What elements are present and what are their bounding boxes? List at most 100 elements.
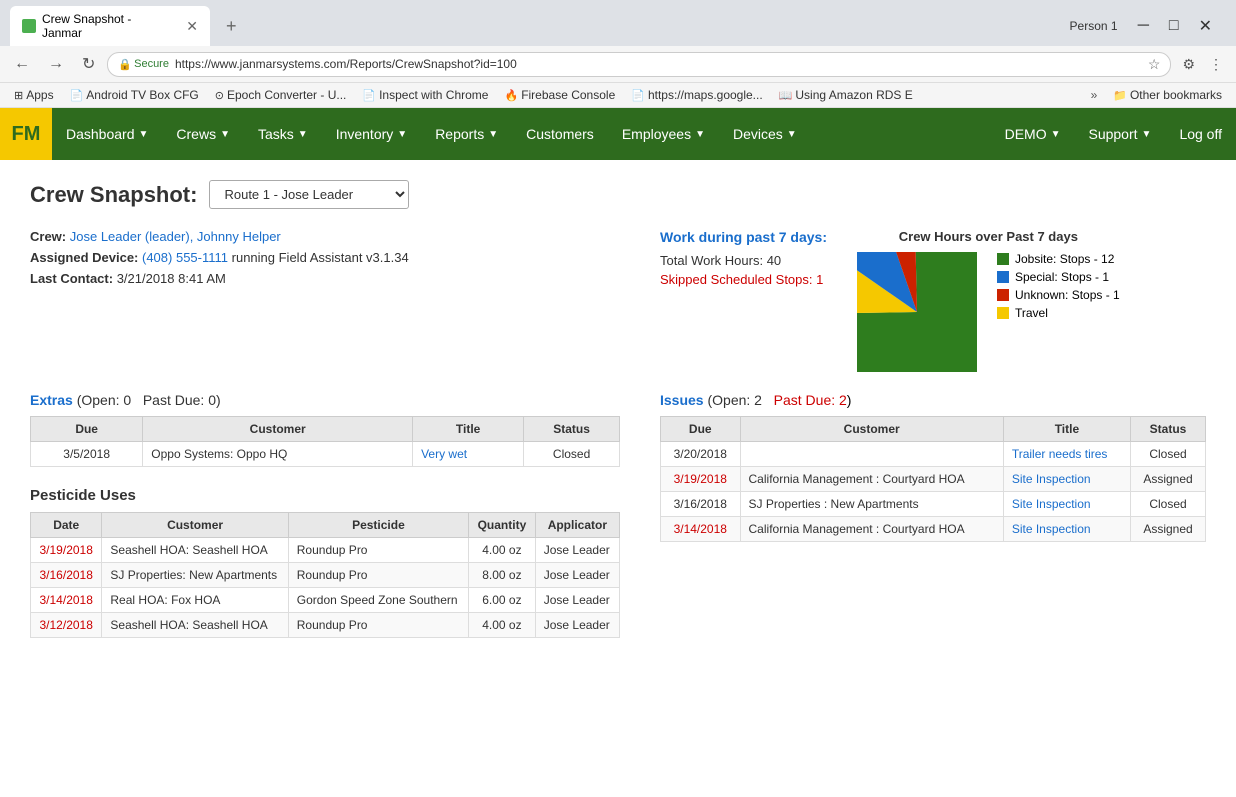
tab-close-button[interactable]: ✕ [186, 18, 198, 35]
crew-members: Jose Leader (leader), Johnny Helper [70, 229, 281, 244]
issues-past-due: Past Due: 2 [774, 392, 847, 408]
secure-badge: 🔒 Secure [118, 58, 169, 71]
legend-label-special: Special: Stops - 1 [1015, 270, 1109, 284]
bookmark-firebase[interactable]: 🔥 Firebase Console [498, 86, 621, 104]
issues-header-row: Due Customer Title Status [661, 417, 1206, 442]
device-phone[interactable]: (408) 555-1111 [142, 250, 228, 265]
page-content: Crew Snapshot: Route 1 - Jose Leader Cre… [0, 160, 1236, 720]
nav-item-employees[interactable]: Employees ▼ [608, 108, 719, 160]
issue-customer [740, 442, 1003, 467]
table-row: 3/19/2018 Seashell HOA: Seashell HOA Rou… [31, 538, 620, 563]
issues-col-status: Status [1131, 417, 1206, 442]
issues-close-paren: ) [847, 392, 852, 408]
bookmark-label: Android TV Box CFG [86, 88, 199, 102]
other-bookmarks[interactable]: 📁 Other bookmarks [1107, 86, 1228, 104]
issues-col-title: Title [1003, 417, 1130, 442]
issue-title-link[interactable]: Trailer needs tires [1003, 442, 1130, 467]
bookmark-android-tv[interactable]: 📄 Android TV Box CFG [64, 86, 205, 104]
issue-customer: California Management : Courtyard HOA [740, 517, 1003, 542]
pest-date: 3/16/2018 [31, 563, 102, 588]
crew-label: Crew: [30, 229, 66, 244]
nav-item-demo[interactable]: DEMO ▼ [991, 126, 1075, 142]
total-hours-label: Total Work Hours: [660, 253, 763, 268]
pest-date: 3/19/2018 [31, 538, 102, 563]
table-row: 3/16/2018 SJ Properties: New Apartments … [31, 563, 620, 588]
nav-item-customers[interactable]: Customers [512, 108, 608, 160]
app-logo[interactable]: FM [0, 108, 52, 160]
pie-chart [857, 252, 977, 372]
extras-status: Closed [524, 442, 620, 467]
left-column: Crew: Jose Leader (leader), Johnny Helpe… [30, 229, 620, 372]
pest-applicator: Jose Leader [535, 613, 619, 638]
bookmark-star-icon[interactable]: ☆ [1148, 56, 1161, 73]
legend-color-travel [997, 307, 1009, 319]
pest-pesticide: Roundup Pro [288, 538, 468, 563]
nav-item-devices[interactable]: Devices ▼ [719, 108, 811, 160]
refresh-button[interactable]: ↻ [76, 50, 101, 78]
pest-pesticide: Gordon Speed Zone Southern [288, 588, 468, 613]
forward-button[interactable]: → [42, 51, 70, 77]
work-summary: Work during past 7 days: Total Work Hour… [660, 229, 827, 352]
issue-title-link[interactable]: Site Inspection [1003, 492, 1130, 517]
chevron-down-icon: ▼ [220, 129, 230, 140]
extras-title-link[interactable]: Very wet [413, 442, 524, 467]
issues-meta: (Open: 2 [707, 392, 773, 408]
new-tab-button[interactable]: + [218, 12, 245, 41]
extras-col-status: Status [524, 417, 620, 442]
two-column-layout: Crew: Jose Leader (leader), Johnny Helpe… [30, 229, 1206, 372]
chevron-down-icon: ▼ [1051, 129, 1061, 140]
minimize-button[interactable]: ─ [1130, 15, 1157, 37]
back-button[interactable]: ← [8, 51, 36, 77]
nav-item-reports[interactable]: Reports ▼ [421, 108, 512, 160]
bookmark-apps[interactable]: ⊞ Apps [8, 86, 60, 104]
address-bar[interactable]: 🔒 Secure https://www.janmarsystems.com/R… [107, 52, 1171, 77]
nav-item-logoff[interactable]: Log off [1165, 126, 1236, 142]
address-text: https://www.janmarsystems.com/Reports/Cr… [175, 57, 1142, 71]
bookmark-amazon[interactable]: 📖 Using Amazon RDS E [773, 86, 919, 104]
pest-date: 3/14/2018 [31, 588, 102, 613]
work-summary-title: Work during past 7 days: [660, 229, 827, 245]
extras-due: 3/5/2018 [31, 442, 143, 467]
bookmark-inspect[interactable]: 📄 Inspect with Chrome [356, 86, 494, 104]
book-icon: 📖 [779, 89, 793, 102]
legend-color-special [997, 271, 1009, 283]
extras-col-due: Due [31, 417, 143, 442]
bookmarks-more-button[interactable]: » [1085, 86, 1104, 104]
skipped-stops: Skipped Scheduled Stops: 1 [660, 272, 827, 287]
nav-item-support[interactable]: Support ▼ [1074, 126, 1165, 142]
issue-status: Assigned [1131, 467, 1206, 492]
bookmark-maps[interactable]: 📄 https://maps.google... [625, 86, 768, 104]
browser-tab[interactable]: Crew Snapshot - Janmar ✕ [10, 6, 210, 46]
close-window-button[interactable]: ✕ [1191, 14, 1220, 38]
pesticide-table: Date Customer Pesticide Quantity Applica… [30, 512, 620, 638]
route-select[interactable]: Route 1 - Jose Leader [209, 180, 409, 209]
legend-label-jobsite: Jobsite: Stops - 12 [1015, 252, 1114, 266]
left-bottom-col: Extras (Open: 0 Past Due: 0) Due Custome… [30, 392, 620, 658]
page-title: Crew Snapshot: [30, 182, 197, 208]
pest-applicator: Jose Leader [535, 588, 619, 613]
bottom-two-col: Extras (Open: 0 Past Due: 0) Due Custome… [30, 392, 1206, 658]
menu-button[interactable]: ⋮ [1204, 53, 1228, 76]
issue-title-link[interactable]: Site Inspection [1003, 517, 1130, 542]
extensions-button[interactable]: ⚙ [1177, 53, 1200, 76]
nav-item-crews[interactable]: Crews ▼ [162, 108, 244, 160]
contact-line: Last Contact: 3/21/2018 8:41 AM [30, 271, 620, 286]
legend-color-jobsite [997, 253, 1009, 265]
bookmarks-bar: ⊞ Apps 📄 Android TV Box CFG ⊙ Epoch Conv… [0, 83, 1236, 108]
nav-item-inventory[interactable]: Inventory ▼ [322, 108, 422, 160]
table-row: 3/16/2018 SJ Properties : New Apartments… [661, 492, 1206, 517]
nav-right: DEMO ▼ Support ▼ Log off [991, 126, 1236, 142]
maximize-button[interactable]: □ [1161, 15, 1187, 37]
bookmark-label: Firebase Console [521, 88, 615, 102]
browser-titlebar: Crew Snapshot - Janmar ✕ + Person 1 ─ □ … [0, 0, 1236, 46]
nav-item-dashboard[interactable]: Dashboard ▼ [52, 108, 162, 160]
nav-item-tasks[interactable]: Tasks ▼ [244, 108, 322, 160]
last-contact-value: 3/21/2018 8:41 AM [117, 271, 226, 286]
table-row: 3/20/2018 Trailer needs tires Closed [661, 442, 1206, 467]
skipped-value: 1 [816, 272, 823, 287]
chevron-down-icon: ▼ [488, 129, 498, 140]
pest-col-customer: Customer [102, 513, 288, 538]
bookmark-epoch[interactable]: ⊙ Epoch Converter - U... [209, 86, 353, 104]
issue-title-link[interactable]: Site Inspection [1003, 467, 1130, 492]
pest-pesticide: Roundup Pro [288, 563, 468, 588]
